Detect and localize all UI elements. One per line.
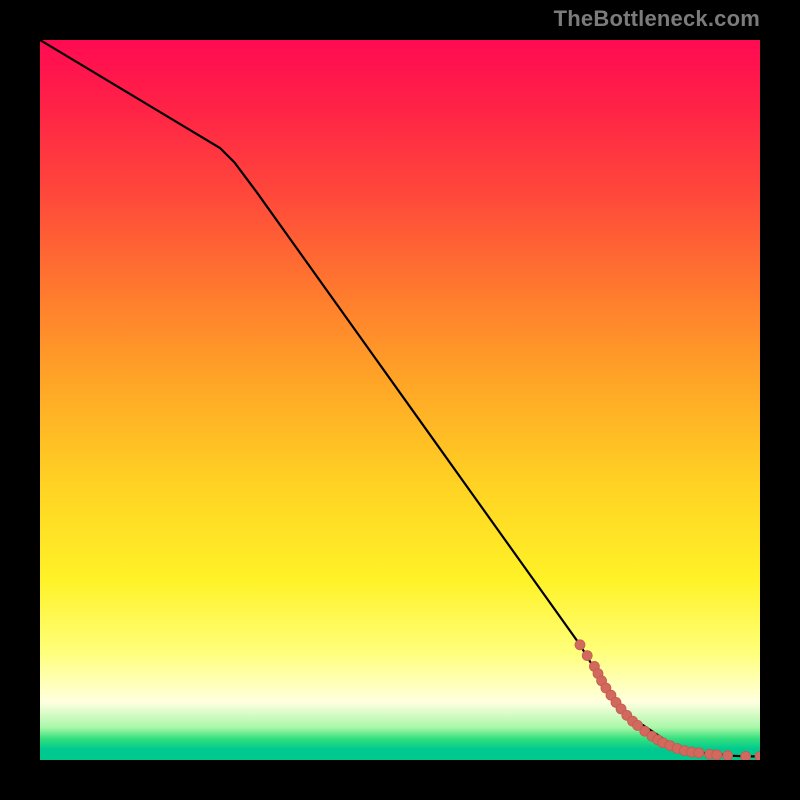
chart-frame: TheBottleneck.com bbox=[0, 0, 800, 800]
marker-dot bbox=[741, 751, 751, 760]
main-curve bbox=[40, 40, 760, 756]
scatter-markers bbox=[575, 640, 760, 760]
overlay-svg bbox=[40, 40, 760, 760]
marker-dot bbox=[575, 640, 585, 650]
marker-dot bbox=[723, 751, 733, 760]
marker-dot bbox=[755, 751, 760, 760]
marker-dot bbox=[694, 748, 704, 758]
marker-dot bbox=[712, 750, 722, 760]
marker-dot bbox=[582, 651, 592, 661]
plot-area bbox=[40, 40, 760, 760]
watermark-text: TheBottleneck.com bbox=[554, 6, 760, 32]
